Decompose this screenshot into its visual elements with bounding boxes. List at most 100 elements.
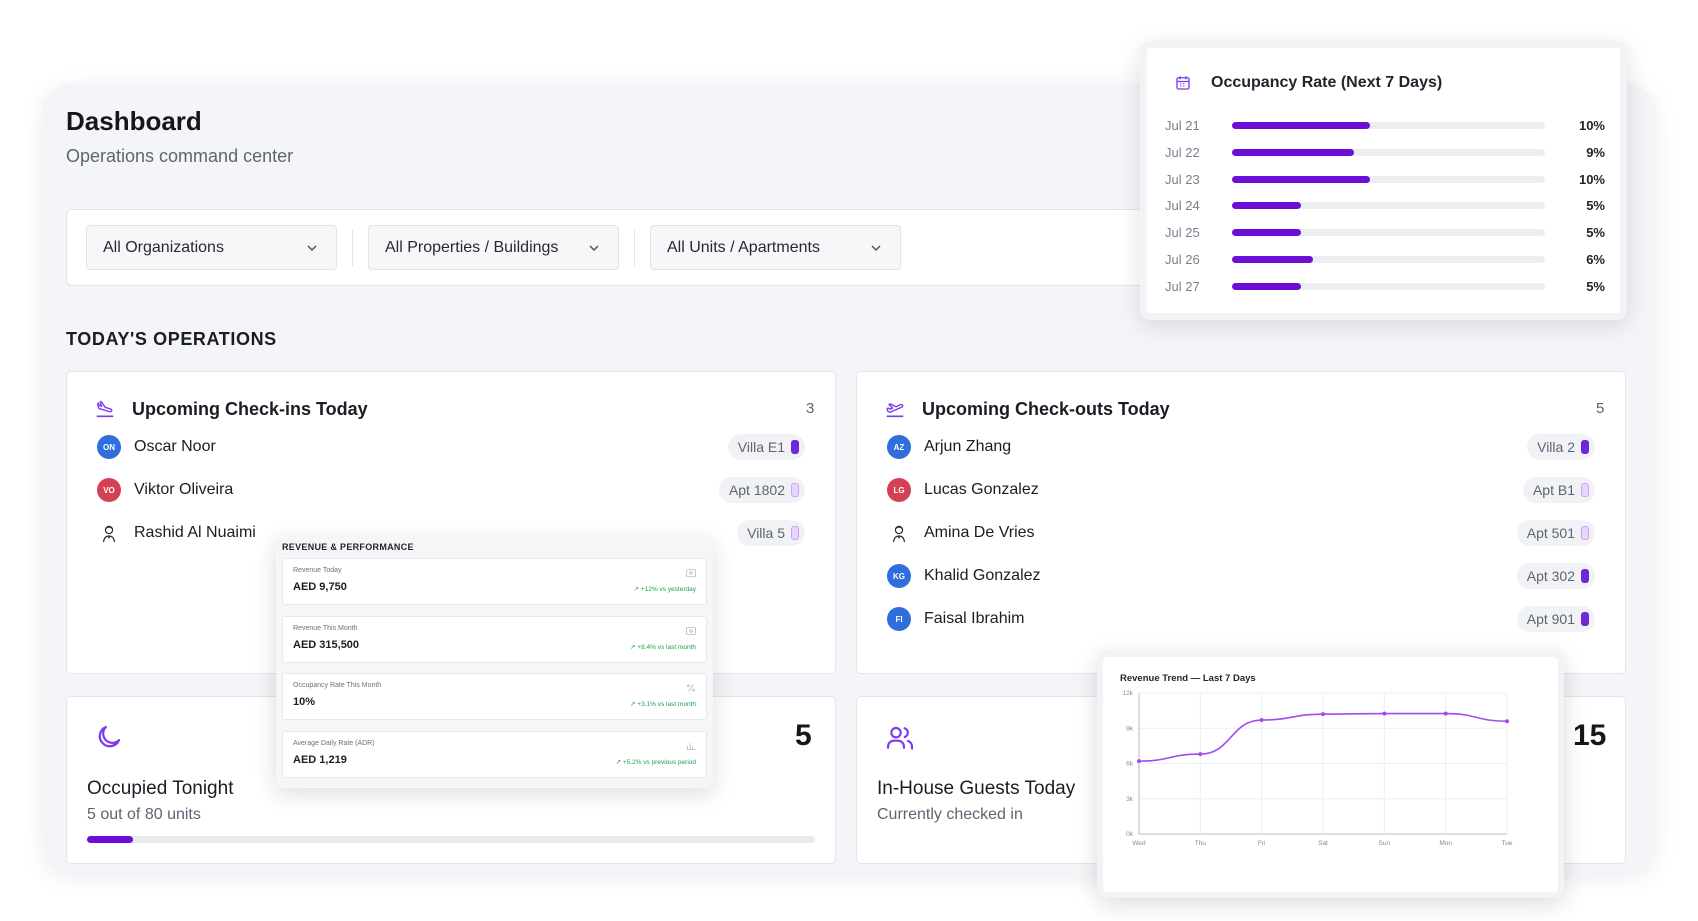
chevron-down-icon [871, 244, 881, 251]
occupancy-bar-track [1232, 282, 1545, 290]
guest-name: Arjun Zhang [924, 438, 1012, 455]
key-icon [791, 526, 799, 540]
unit-chip[interactable]: Apt 1802 [718, 477, 805, 503]
metric-change: ↗ +8.4% vs last month [630, 643, 696, 651]
occupancy-row: Jul 25 5% [1165, 225, 1605, 241]
data-point [1198, 752, 1203, 757]
occupied-progress-fill [87, 836, 133, 843]
avatar: FI [887, 607, 911, 631]
guest-name: Lucas Gonzalez [924, 481, 1039, 498]
x-tick-label: Thu [1195, 840, 1207, 847]
metric-change: ↗ +12% vs yesterday [634, 585, 696, 593]
occupancy-rate-card: Occupancy Rate (Next 7 Days) Jul 21 10% Ju… [1140, 41, 1627, 320]
y-tick-label: 6k [1126, 761, 1134, 768]
guest-row[interactable]: ON Oscar Noor [97, 432, 216, 462]
chevron-down-icon [307, 244, 317, 251]
occupancy-percent: 5% [1586, 278, 1605, 294]
metric-change: ↗ +3.1% vs last month [630, 700, 696, 708]
metric-change: ↗ +5.2% vs previous period [616, 758, 696, 766]
occupancy-date: Jul 22 [1165, 144, 1200, 160]
occupied-sub: 5 out of 80 units [87, 806, 201, 823]
inhouse-value: 15 [1573, 719, 1607, 752]
occupancy-row: Jul 22 9% [1165, 144, 1605, 160]
guest-row[interactable]: KG Khalid Gonzalez [887, 561, 1041, 591]
occupancy-percent: 10% [1578, 118, 1605, 133]
occupancy-date: Jul 27 [1165, 278, 1200, 294]
guest-name: Rashid Al Nuaimi [134, 524, 256, 541]
unit-chip[interactable]: Apt 302 [1516, 563, 1595, 589]
metric-value: AED 315,500 [293, 638, 360, 651]
data-point [1321, 712, 1325, 717]
inhouse-sub: Currently checked in [877, 806, 1023, 823]
unit-chip[interactable]: Villa 5 [737, 520, 805, 546]
occupied-value: 5 [795, 719, 812, 752]
unit-chip-label: Apt 501 [1526, 525, 1575, 541]
unit-chip[interactable]: Apt 501 [1516, 520, 1595, 546]
revenue-performance-card: REVENUE & PERFORMANCE Revenue Today AED 9… [276, 536, 713, 788]
inhouse-label: In-House Guests Today [877, 778, 1076, 799]
unit-chip-label: Apt B1 [1532, 482, 1575, 498]
data-point [1382, 711, 1387, 716]
guest-row[interactable]: Rashid Al Nuaimi [97, 518, 256, 548]
page-title: Dashboard [66, 106, 202, 136]
occupancy-bar-fill [1232, 256, 1314, 263]
guest-row[interactable]: LG Lucas Gonzalez [887, 475, 1039, 505]
occupancy-bar-fill [1232, 148, 1355, 156]
occupancy-bar-fill [1232, 122, 1370, 129]
avatar: LG [887, 478, 911, 502]
users-icon [886, 726, 914, 750]
key-icon [1581, 569, 1589, 583]
unit-select-label: All Units / Apartments [667, 238, 820, 256]
occupancy-bar-track [1232, 256, 1545, 263]
trend-up-icon: ↗ [615, 758, 623, 766]
guest-name: Viktor Oliveira [134, 481, 234, 498]
avatar: AZ [887, 435, 911, 459]
unit-chip-label: Villa 2 [1537, 439, 1575, 455]
unit-select[interactable]: All Units / Apartments [650, 225, 901, 270]
y-tick-label: 12k [1123, 690, 1134, 697]
data-point [1505, 719, 1509, 724]
y-tick-label: 0k [1126, 831, 1134, 838]
guest-row[interactable]: VO Viktor Oliveira [97, 475, 233, 505]
occupancy-percent: 10% [1578, 171, 1605, 187]
plane-landing-icon [96, 400, 114, 418]
avatar: KG [887, 564, 911, 588]
unit-chip-label: Villa 5 [747, 525, 785, 541]
occupancy-date: Jul 25 [1165, 225, 1200, 241]
key-icon [1581, 440, 1589, 454]
data-point [1137, 759, 1141, 764]
property-select[interactable]: All Properties / Buildings [368, 225, 619, 270]
x-tick-label: Mon [1439, 840, 1452, 847]
metric-label: Revenue Today [293, 567, 342, 574]
avatar: ON [97, 435, 121, 459]
x-tick-label: Fri [1258, 840, 1266, 847]
trend-up-icon: ↗ [633, 586, 641, 593]
wallet-icon [686, 569, 696, 577]
key-icon [791, 483, 799, 497]
section-title: TODAY'S OPERATIONS [66, 329, 277, 349]
occupancy-percent: 6% [1586, 252, 1605, 267]
occupancy-row: Jul 23 10% [1165, 171, 1605, 187]
data-point [1259, 718, 1264, 723]
unit-chip[interactable]: Villa E1 [727, 434, 805, 460]
guest-row[interactable]: AZ Arjun Zhang [887, 432, 1011, 462]
unit-chip[interactable]: Apt B1 [1522, 477, 1595, 503]
occupancy-row: Jul 24 5% [1165, 198, 1605, 213]
avatar [887, 521, 911, 545]
guest-row[interactable]: Amina De Vries [887, 518, 1035, 548]
occupancy-bar-track [1232, 175, 1545, 183]
guest-row[interactable]: FI Faisal Ibrahim [887, 604, 1024, 634]
guest-name: Oscar Noor [134, 438, 216, 455]
unit-chip[interactable]: Apt 901 [1516, 606, 1595, 632]
revenue-metric: Revenue Today AED 9,750 ↗ +12% vs yesterda… [282, 558, 707, 605]
occupancy-row: Jul 21 10% [1165, 118, 1605, 133]
unit-chip-label: Apt 901 [1526, 611, 1575, 627]
occupancy-date: Jul 26 [1165, 252, 1200, 267]
organization-select[interactable]: All Organizations [86, 225, 337, 270]
metric-label: Revenue This Month [293, 624, 358, 632]
occupied-progress [87, 836, 815, 843]
metric-change-text: +3.1% vs last month [637, 701, 696, 708]
unit-chip[interactable]: Villa 2 [1527, 434, 1595, 460]
plane-takeoff-icon [886, 403, 904, 418]
metric-value: 10% [293, 696, 316, 708]
